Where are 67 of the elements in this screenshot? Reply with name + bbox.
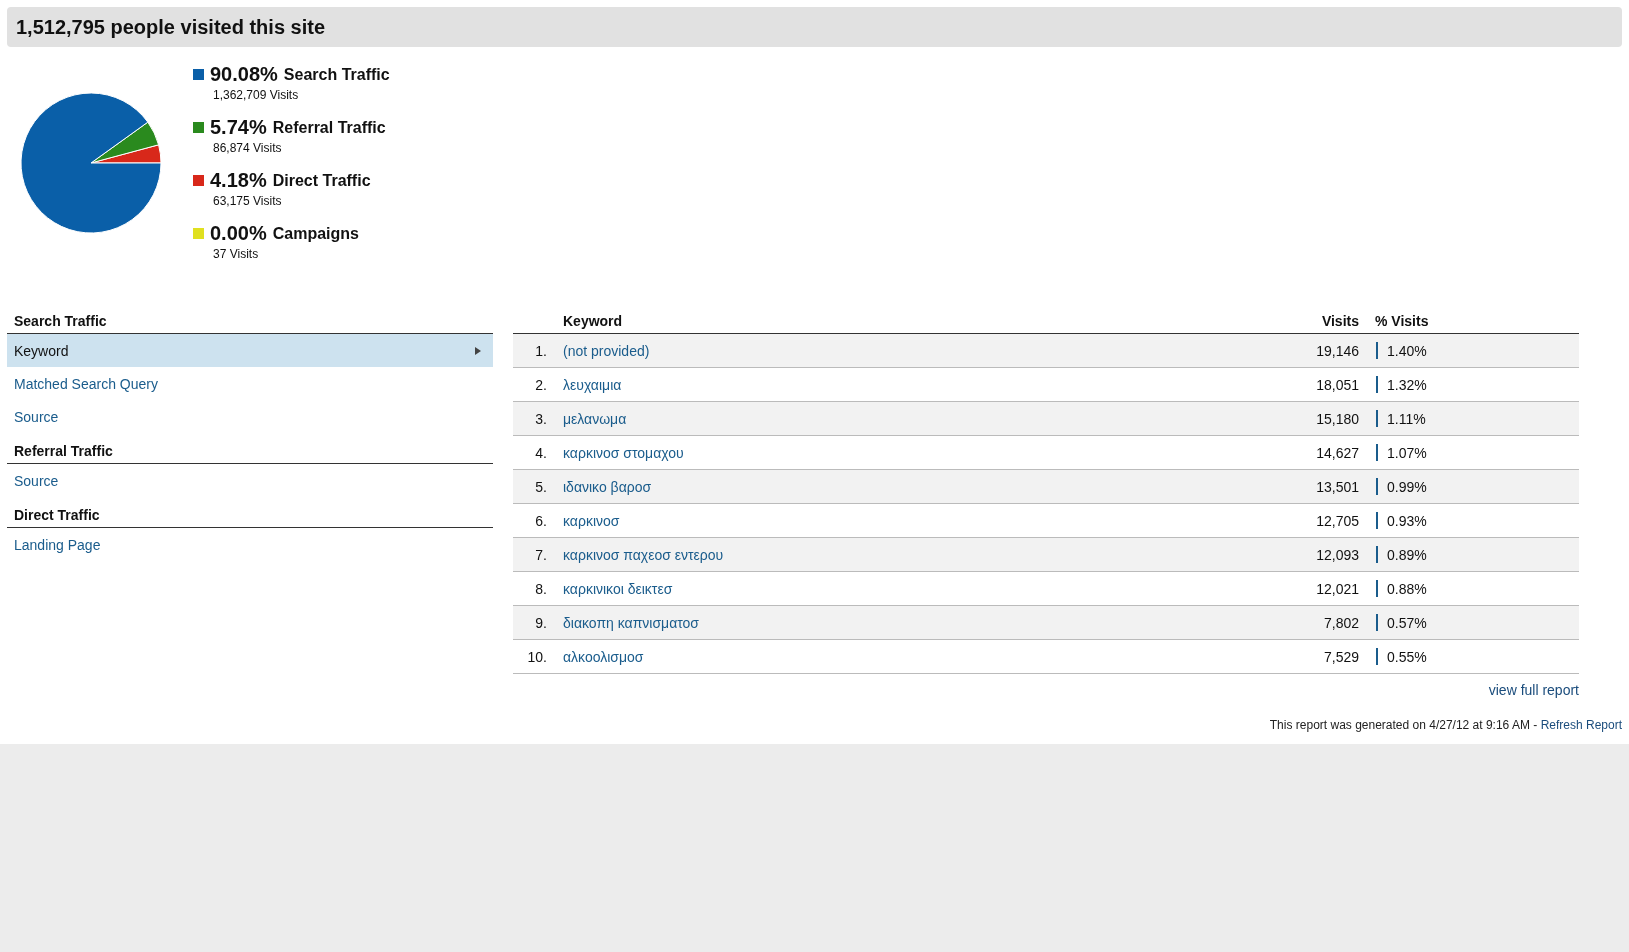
column-header: Visits (1320, 313, 1359, 329)
table-cell: 1.40% (1387, 342, 1427, 359)
table-cell-text: 14,627 (1315, 444, 1359, 461)
table-cell-text: 7,802 (1322, 614, 1359, 631)
keyword-link[interactable]: καρκινοσ (563, 512, 620, 529)
rank-number: 10. (526, 648, 548, 665)
rank-number: 2. (534, 376, 548, 393)
keyword-link[interactable]: καρκινοσ παχεοσ εντερου (563, 546, 724, 563)
table-cell-text: 12,093 (1315, 546, 1359, 563)
table-cell: 0.93% (1387, 512, 1427, 529)
legend-percent: 4.18% (210, 169, 267, 192)
caret-icon (475, 346, 481, 355)
legend-visits: 63,175 Visits (212, 194, 283, 208)
table-cell: 1.32% (1387, 376, 1427, 393)
section-heading: Referral Traffic (7, 443, 493, 464)
rank-number: 4. (534, 444, 548, 461)
rank-number: 1. (534, 342, 548, 359)
column-header: % Visits (1374, 313, 1430, 329)
rank-number: 5. (534, 478, 548, 495)
table-cell: 0.55% (1387, 648, 1427, 665)
legend-label: Referral Traffic (272, 118, 386, 137)
keyword-link[interactable]: ιδανικο βαροσ (563, 478, 652, 495)
legend-label: Direct Traffic (272, 171, 371, 190)
table-cell: 0.88% (1387, 580, 1427, 597)
table-cell: 0.57% (1387, 614, 1427, 631)
sidebar-item[interactable]: Keyword (7, 334, 493, 367)
rank-number: 7. (534, 546, 548, 563)
keyword-link[interactable]: μελανωμα (563, 410, 627, 427)
rank-number: 9. (534, 614, 548, 631)
keyword-link[interactable]: καρκινικοι δεικτεσ (563, 580, 673, 597)
table-cell-text: 18,051 (1315, 376, 1359, 393)
section-heading: Direct Traffic (7, 507, 493, 528)
table-cell: 0.99% (1387, 478, 1427, 495)
table-cell: 0.89% (1387, 546, 1427, 563)
legend-label: Campaigns (272, 224, 359, 243)
legend-percent: 90.08% (210, 63, 278, 86)
legend-visits: 86,874 Visits (212, 141, 283, 155)
sidebar-item[interactable]: Matched Search Query (7, 367, 493, 400)
legend-visits: 37 Visits (212, 247, 260, 261)
table-cell-text: 19,146 (1315, 342, 1359, 359)
legend-label: Search Traffic (283, 65, 390, 84)
keyword-link[interactable]: αλκοολισμοσ (563, 648, 644, 665)
table-cell-text: 12,705 (1315, 512, 1359, 529)
sidebar-item[interactable]: Source (7, 464, 493, 497)
legend-percent: 0.00% (210, 222, 267, 245)
keyword-link[interactable]: διακοπη καπνισματοσ (563, 614, 699, 631)
rank-number: 3. (534, 410, 548, 427)
table-cell-text: 7,529 (1322, 648, 1359, 665)
table-cell-text: 12,021 (1315, 580, 1359, 597)
rank-number: 8. (534, 580, 548, 597)
keyword-link[interactable]: (not provided) (563, 342, 650, 359)
sidebar-item[interactable]: Landing Page (7, 528, 493, 561)
generated-note: This report was generated on 4/27/12 at 9:16 AM - (1269, 718, 1538, 732)
column-header: Keyword (563, 313, 624, 329)
refresh-report-link[interactable]: Refresh Report (1540, 718, 1622, 732)
table-cell-text: 13,501 (1315, 478, 1359, 495)
table-cell: 1.07% (1387, 444, 1427, 461)
keyword-link[interactable]: καρκινοσ στομαχου (563, 444, 684, 461)
legend-visits: 1,362,709 Visits (212, 88, 300, 102)
view-full-report-link[interactable]: view full report (1488, 682, 1579, 698)
table-cell: 1.11% (1387, 410, 1426, 427)
table-cell-text: 15,180 (1315, 410, 1359, 427)
keyword-link[interactable]: λευχαιμια (563, 376, 622, 393)
sidebar-item[interactable]: Source (7, 400, 493, 433)
page-title: 1,512,795 people visited this site (7, 7, 1622, 47)
rank-number: 6. (534, 512, 548, 529)
legend-percent: 5.74% (210, 116, 267, 139)
